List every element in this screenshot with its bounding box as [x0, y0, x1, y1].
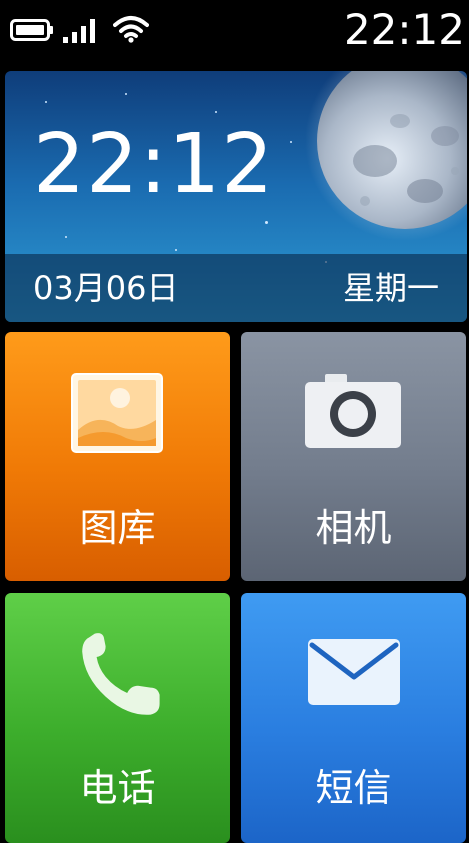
star: [290, 141, 292, 143]
star: [45, 101, 47, 103]
phone-icon: [82, 633, 160, 715]
camera-tile[interactable]: 相机: [241, 332, 466, 581]
sms-tile[interactable]: 短信: [241, 593, 466, 843]
camera-icon: [305, 374, 401, 448]
clock-date: 03月06日: [33, 269, 179, 307]
envelope-icon: [308, 639, 400, 705]
date-strip: 03月06日 星期一: [5, 254, 467, 322]
camera-label: 相机: [315, 506, 392, 550]
star: [215, 111, 217, 113]
wifi-icon: [113, 16, 149, 43]
phone-label: 电话: [79, 766, 156, 810]
battery-icon: [10, 19, 53, 41]
clock-time: 22:12: [33, 117, 275, 212]
signal-icon: [63, 19, 95, 43]
status-time: 22:12: [343, 5, 465, 54]
phone-tile[interactable]: 电话: [5, 593, 230, 843]
gallery-icon: [71, 373, 163, 453]
moon-icon: [305, 71, 467, 241]
sms-label: 短信: [315, 766, 392, 810]
clock-weekday: 星期一: [342, 269, 439, 307]
status-bar: 22:12: [0, 0, 469, 62]
star: [65, 236, 67, 238]
star: [175, 249, 177, 251]
clock-widget[interactable]: 22:12 03月06日 星期一: [5, 71, 467, 322]
gallery-tile[interactable]: 图库: [5, 332, 230, 581]
star: [265, 221, 268, 224]
star: [125, 93, 127, 95]
gallery-label: 图库: [79, 506, 156, 550]
